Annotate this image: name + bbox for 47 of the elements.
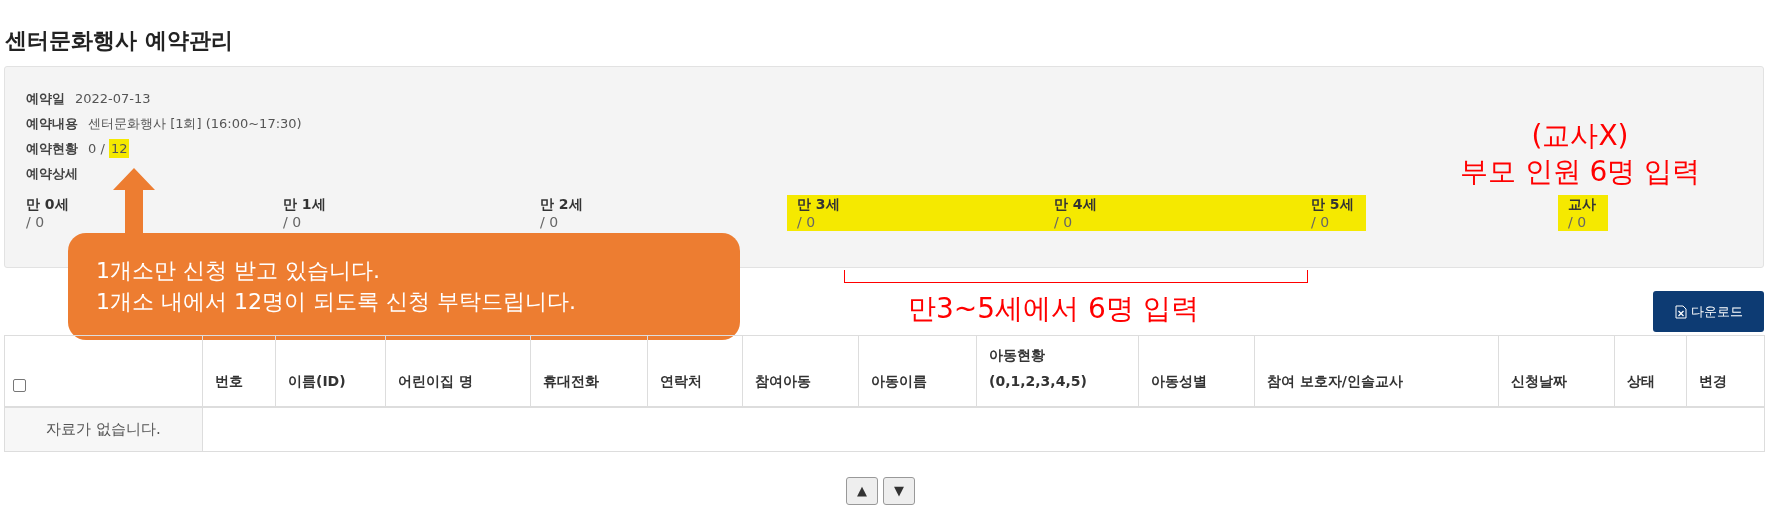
age-count: / 0: [1568, 213, 1587, 231]
age-label: 만 1세: [283, 195, 326, 213]
column-header: 아동성별: [1151, 372, 1207, 389]
age-count: / 0: [283, 213, 302, 231]
select-all-checkbox[interactable]: [13, 378, 26, 392]
column-header: 연락처: [660, 372, 702, 389]
info-label: 예약내용: [26, 114, 78, 133]
download-button[interactable]: 다운로드: [1653, 291, 1764, 332]
callout-text: 1개소 내에서 12명이 되도록 신청 부탁드립니다.: [96, 288, 577, 316]
callout-text: 1개소만 신청 받고 있습니다.: [96, 257, 381, 285]
info-value: 센터문화행사 [1회] (16:00~17:30): [88, 114, 302, 133]
info-value: 2022-07-13: [75, 89, 151, 108]
column-header: 신청날짜: [1511, 372, 1567, 389]
age-count: / 0: [26, 213, 45, 231]
age-count: / 0: [797, 213, 816, 231]
annotation-text: (교사X): [1531, 118, 1629, 154]
empty-message: 자료가 없습니다.: [46, 420, 161, 438]
page-title: 센터문화행사 예약관리: [5, 27, 233, 55]
age-label: 만 4세: [1054, 195, 1097, 213]
column-header: 변경: [1699, 372, 1727, 389]
column-header: 상태: [1627, 372, 1655, 389]
column-header: 참여아동: [755, 372, 811, 389]
column-header: 참여 보호자/인솔교사: [1267, 372, 1403, 389]
age-count: / 0: [1311, 213, 1330, 231]
age-label: 만 2세: [540, 195, 583, 213]
info-label: 예약일: [26, 89, 65, 108]
column-header: 아동이름: [871, 372, 927, 389]
age-count: / 0: [540, 213, 559, 231]
arrow-button[interactable]: ▼: [883, 477, 915, 505]
annotation-text: 만3~5세에서 6명 입력: [908, 291, 1199, 327]
column-header: 아동현황 (0,1,2,3,4,5): [989, 346, 1087, 389]
column-header: 번호: [215, 372, 243, 389]
info-label: 예약상세: [26, 164, 78, 183]
age-label: 교사: [1568, 195, 1596, 213]
column-header: 어린이집 명: [398, 372, 473, 389]
info-value: 0 /: [88, 139, 106, 158]
info-label: 예약현황: [26, 139, 78, 158]
arrow-button[interactable]: ▲: [846, 477, 878, 505]
excel-file-icon: [1674, 304, 1687, 319]
highlighted-value: 12: [108, 138, 130, 159]
age-count: / 0: [1054, 213, 1073, 231]
annotation-text: 부모 인원 6명 입력: [1459, 154, 1701, 190]
age-label: 만 3세: [797, 195, 840, 213]
column-header: 이름(ID): [288, 372, 346, 389]
column-header: 휴대전화: [543, 372, 599, 389]
age-label: 만 0세: [26, 195, 69, 213]
age-label: 만 5세: [1311, 195, 1354, 213]
